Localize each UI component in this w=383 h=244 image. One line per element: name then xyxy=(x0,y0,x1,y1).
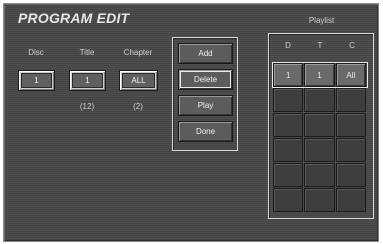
action-button-group: Add Delete Play Done xyxy=(172,37,238,151)
playlist-title: Playlist xyxy=(308,16,335,25)
playlist-cell-disc xyxy=(273,163,304,187)
playlist-cell-disc: 1 xyxy=(273,63,304,87)
column-header-title: T xyxy=(317,41,323,50)
title-value: 1 xyxy=(72,73,103,88)
playlist-row[interactable] xyxy=(273,163,367,187)
playlist-cell-disc xyxy=(273,113,304,137)
playlist-cell-chapter: All xyxy=(335,63,366,87)
delete-button[interactable]: Delete xyxy=(178,69,233,90)
playlist-cell-disc xyxy=(273,188,304,212)
column-header-disc: D xyxy=(285,41,291,50)
playlist-cell-chapter xyxy=(335,163,366,187)
playlist-cell-title xyxy=(304,88,335,112)
chapter-label: Chapter xyxy=(123,48,153,57)
playlist-cell-title: 1 xyxy=(304,63,335,87)
add-button[interactable]: Add xyxy=(178,43,233,64)
chapter-count: (2) xyxy=(133,102,143,111)
playlist-row[interactable] xyxy=(273,138,367,162)
playlist-cell-chapter xyxy=(335,138,366,162)
chapter-value: ALL xyxy=(122,73,155,88)
playlist-cell-disc xyxy=(273,88,304,112)
playlist-row[interactable] xyxy=(273,113,367,137)
title-selector-button[interactable]: 1 xyxy=(69,70,106,91)
playlist-cell-disc xyxy=(273,138,304,162)
chapter-selector-button[interactable]: ALL xyxy=(119,70,158,91)
title-count: (12) xyxy=(79,102,95,111)
playlist-cell-title xyxy=(304,188,335,212)
disc-value: 1 xyxy=(21,73,52,88)
disc-selector-button[interactable]: 1 xyxy=(18,70,55,91)
playlist-row[interactable] xyxy=(273,188,367,212)
playlist-cell-chapter xyxy=(335,113,366,137)
play-button[interactable]: Play xyxy=(178,95,233,116)
playlist-cell-chapter xyxy=(335,88,366,112)
program-edit-panel: PROGRAM EDIT Disc 1 Title 1 (12) Chapter… xyxy=(3,3,379,242)
column-header-chapter: C xyxy=(349,41,355,50)
playlist-cell-title xyxy=(304,163,335,187)
window-title: PROGRAM EDIT xyxy=(18,10,130,26)
done-button[interactable]: Done xyxy=(178,121,233,142)
playlist-cell-title xyxy=(304,113,335,137)
playlist-table: D T C 1 1 All xyxy=(268,33,374,219)
playlist-row[interactable]: 1 1 All xyxy=(272,62,368,88)
playlist-row[interactable] xyxy=(273,88,367,112)
playlist-cell-title xyxy=(304,138,335,162)
title-label: Title xyxy=(79,48,95,57)
playlist-cell-chapter xyxy=(335,188,366,212)
disc-label: Disc xyxy=(28,48,44,57)
